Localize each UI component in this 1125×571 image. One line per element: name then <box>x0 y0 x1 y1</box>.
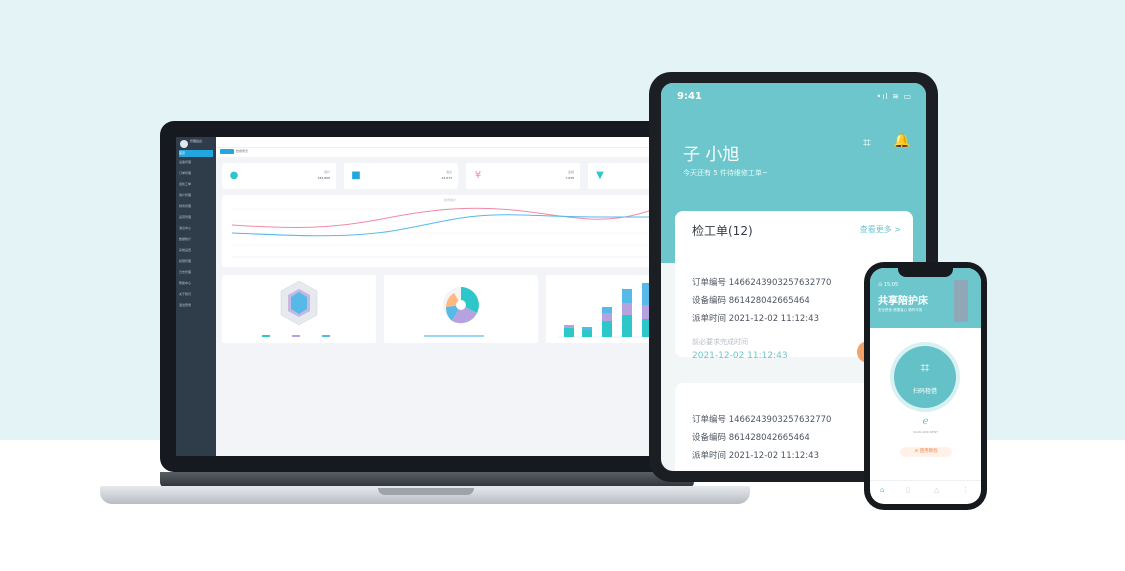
laptop-notch <box>378 488 474 495</box>
greeting: 子 小旭 <box>683 145 740 165</box>
line-chart-card: 新增用户 <box>222 195 678 267</box>
brand-name: 管理后台 <box>190 139 203 143</box>
line-series-blue <box>231 214 678 237</box>
due-label: 前必要求完成时间 <box>692 338 748 346</box>
message-icon: ■ <box>351 170 361 181</box>
dispatch-time: 派单时间 2021-12-02 11:12:43 <box>692 451 819 461</box>
logo-icon <box>180 140 188 148</box>
phone-notch <box>898 268 953 277</box>
greeting-subtitle: 今天还有 5 件待维修工单~ <box>683 169 768 177</box>
dashboard-content: ● 用户 183,868 ■ 消息 23,973 ¥ 金额 7,838 ▼ 新增… <box>216 157 678 456</box>
home-icon[interactable]: ⌂ <box>880 486 884 494</box>
radar-chart <box>262 280 330 337</box>
admin-dashboard-screen: 管理后台 首页 设备管理 订单管理 巡检工单 用户管理 财务管理 运营管理 消息… <box>176 137 678 456</box>
stat-value: 23,973 <box>441 176 453 180</box>
dispatch-time: 派单时间 2021-12-02 11:12:43 <box>692 314 819 324</box>
sidebar-item[interactable]: 巡检工单 <box>179 181 213 188</box>
stat-label: 金额 <box>567 170 574 174</box>
view-more-link[interactable]: 查看更多 > <box>860 224 901 235</box>
scan-button[interactable]: ⌗ 扫码租借 <box>894 346 956 408</box>
profile-icon[interactable]: ⋮ <box>962 486 969 494</box>
device-number: 设备编码 861428042665464 <box>692 433 810 443</box>
stat-card-money[interactable]: ¥ 金额 7,838 <box>466 163 580 189</box>
status-icons: •ıl ≋ ▭ <box>876 92 912 101</box>
pie-chart-card <box>384 275 538 343</box>
scan-icon: ⌗ <box>920 358 930 377</box>
order-number: 订单编号 1466243903257632770 <box>692 415 832 425</box>
scan-caption: SCAN AND RENT <box>913 430 938 434</box>
radar-chart-card <box>222 275 376 343</box>
brand-logo: ℯ <box>922 416 929 427</box>
pie-chart <box>424 287 484 337</box>
tutorial-button[interactable]: ⊘ 使用教程 <box>900 447 952 457</box>
sidebar-item[interactable]: 退出登录 <box>179 302 213 309</box>
sidebar-item[interactable]: 运营管理 <box>179 214 213 221</box>
bottom-nav: ⌂ ▯ △ ⋮ <box>870 480 981 504</box>
yuan-icon: ¥ <box>474 170 482 181</box>
sidebar-item[interactable]: 帮助中心 <box>179 280 213 287</box>
sidebar-item[interactable]: 数据统计 <box>179 236 213 243</box>
scan-icon[interactable]: ⌗ <box>863 135 871 151</box>
stat-value: 183,868 <box>317 176 330 180</box>
section-title: 检工单(12) <box>692 224 753 238</box>
stat-value: 7,838 <box>565 176 574 180</box>
orders-icon[interactable]: ▯ <box>906 486 910 494</box>
app-title: 共享陪护床 <box>878 296 928 307</box>
status-time: 9:41 <box>677 91 702 102</box>
user-icon: ● <box>229 170 239 181</box>
status-time: ⊙ 15:05 <box>878 282 899 288</box>
sidebar-item-home[interactable]: 首页 <box>179 150 213 157</box>
sidebar-item[interactable]: 系统设置 <box>179 247 213 254</box>
bell-icon[interactable]: 🔔 <box>893 133 910 149</box>
device-number: 设备编码 861428042665464 <box>692 296 810 306</box>
line-chart: 新增用户 <box>231 197 678 258</box>
line-legend: 新增用户 <box>444 197 456 202</box>
stat-card-users[interactable]: ● 用户 183,868 <box>222 163 336 189</box>
scan-label: 扫码租借 <box>912 388 937 395</box>
due-time: 2021-12-02 11:12:43 <box>692 351 788 361</box>
sidebar-item[interactable]: 财务管理 <box>179 203 213 210</box>
tab-overview[interactable]: 数据概览 <box>236 149 248 153</box>
sidebar-item[interactable]: 设备管理 <box>179 159 213 166</box>
order-number: 订单编号 1466243903257632770 <box>692 278 832 288</box>
sidebar-item[interactable]: 消息中心 <box>179 225 213 232</box>
sidebar: 管理后台 首页 设备管理 订单管理 巡检工单 用户管理 财务管理 运营管理 消息… <box>176 137 216 456</box>
feature-tags: 安全舒适 便捷省心 随时可用 <box>878 308 923 312</box>
device-image <box>954 280 968 322</box>
cart-icon: ▼ <box>596 170 604 181</box>
stat-label: 消息 <box>445 170 452 174</box>
sidebar-item[interactable]: 权限管理 <box>179 258 213 265</box>
sidebar-item[interactable]: 用户管理 <box>179 192 213 199</box>
sidebar-item[interactable]: 日志管理 <box>179 269 213 276</box>
top-bar <box>216 137 678 148</box>
sidebar-item[interactable]: 订单管理 <box>179 170 213 177</box>
tab-home[interactable] <box>220 149 234 154</box>
phone-screen: ⊙ 15:05 共享陪护床 安全舒适 便捷省心 随时可用 ⌗ 扫码租借 ℯ SC… <box>870 268 981 504</box>
stat-label: 用户 <box>323 170 330 174</box>
stat-card-messages[interactable]: ■ 消息 23,973 <box>344 163 458 189</box>
sidebar-item[interactable]: 关于我们 <box>179 291 213 298</box>
service-icon[interactable]: △ <box>934 486 939 494</box>
